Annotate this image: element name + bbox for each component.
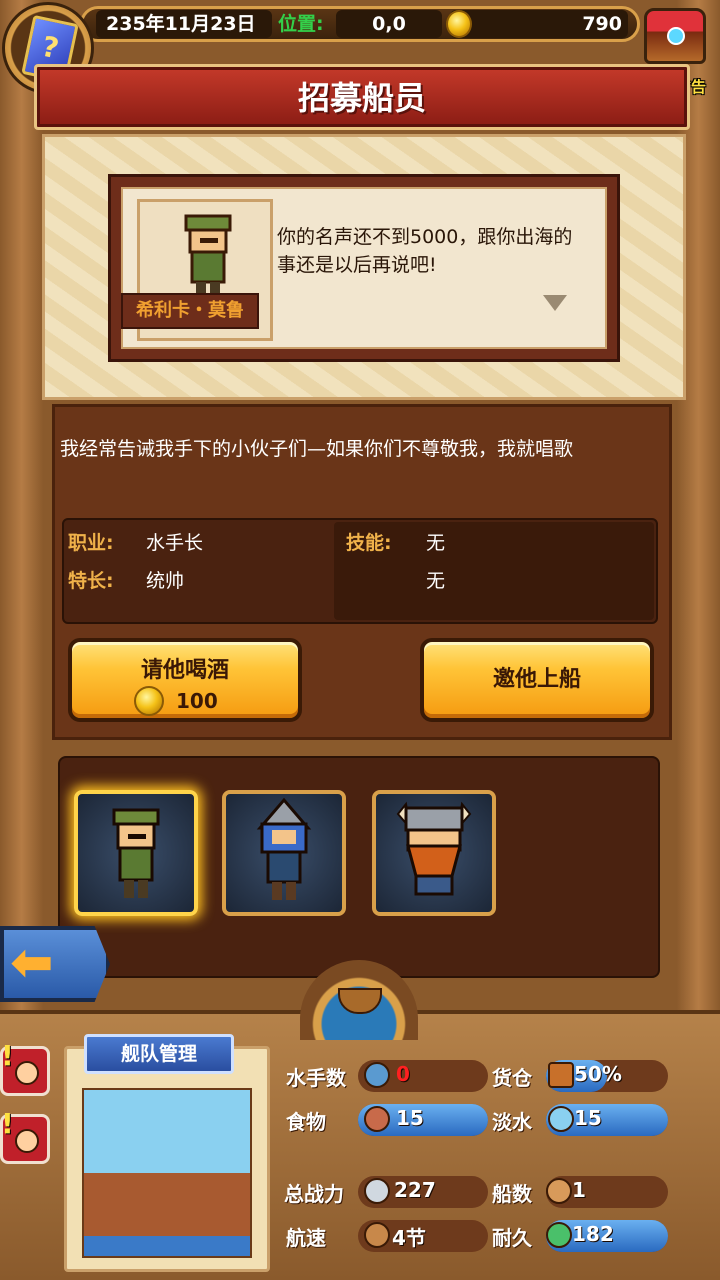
npc-speech-text: 你的名声还不到5000，跟你出海的事还是以后再说吧!	[277, 226, 573, 276]
drink-cost: 100	[176, 689, 218, 713]
sailors-value: 0	[396, 1062, 410, 1086]
alert-icon: !	[1, 1039, 14, 1072]
ships-label: 船数	[492, 1182, 532, 1206]
speed-label: 航速	[286, 1226, 326, 1250]
sailors-label: 水手数	[286, 1066, 346, 1090]
repair-icon	[546, 1222, 572, 1248]
buy-drink-label: 请他喝酒	[140, 658, 229, 683]
specialty-label: 特长:	[68, 570, 114, 592]
water-label: 淡水	[492, 1110, 532, 1134]
alert-icon: !	[1, 1107, 14, 1140]
speed-value: 4节	[392, 1226, 426, 1250]
crate-icon	[548, 1062, 574, 1088]
viking-dwarf-icon	[396, 801, 472, 896]
buy-drink-button[interactable]: 请他喝酒 100	[68, 638, 302, 722]
food-value: 15	[396, 1106, 424, 1130]
water-jug-icon	[548, 1106, 574, 1132]
food-label: 食物	[286, 1110, 326, 1134]
npc-name-plate: 希利卡・莫鲁	[121, 293, 259, 329]
ships-value: 1	[572, 1178, 586, 1202]
sailor-icon	[364, 1062, 390, 1088]
specialty-value: 统帅	[146, 570, 185, 592]
game-date: 235年11月23日	[96, 10, 272, 38]
crew-slot-2[interactable]	[222, 790, 346, 916]
invite-aboard-label: 邀他上船	[492, 667, 581, 692]
sailor-alert-button[interactable]: !	[0, 1039, 50, 1096]
durability-value: 182	[572, 1222, 614, 1246]
crew-slot-3[interactable]	[372, 790, 496, 916]
captain-alert-button[interactable]: !	[0, 1107, 50, 1164]
skill-value-2: 无	[426, 570, 446, 592]
invite-aboard-button[interactable]: 邀他上船	[420, 638, 654, 722]
captain-face-icon	[15, 1129, 39, 1153]
gold-amount: 790	[450, 10, 628, 38]
position-label: 位置:	[278, 13, 324, 35]
page-title: 招募船员	[297, 79, 426, 117]
skill-value-1: 无	[426, 532, 446, 554]
crew-bio: 我经常告诫我手下的小伙子们—如果你们不尊敬我，我就唱歌	[60, 438, 574, 460]
meat-icon	[364, 1106, 390, 1132]
bandana-sailor-icon	[112, 808, 160, 898]
power-value: 227	[394, 1178, 436, 1202]
sailor-face-icon	[15, 1061, 39, 1085]
continue-arrow-icon[interactable]	[543, 295, 567, 311]
title-banner: 招募船员	[34, 64, 690, 130]
helmet-knight-icon	[256, 797, 312, 900]
treasure-chest-icon	[644, 8, 706, 64]
gem-icon	[667, 27, 685, 45]
fleet-management-tab[interactable]: 舰队管理	[84, 1034, 234, 1074]
npc-dialog[interactable]: 希利卡・莫鲁 你的名声还不到5000，跟你出海的事还是以后再说吧!	[108, 174, 620, 362]
water-value: 15	[574, 1106, 602, 1130]
swords-icon	[364, 1178, 390, 1204]
back-arrow-icon: ⬅	[10, 933, 54, 993]
coin-icon	[134, 686, 164, 716]
skill-label: 技能:	[346, 532, 392, 554]
job-label: 职业:	[68, 532, 114, 554]
sailboat-icon	[364, 1222, 390, 1248]
crew-slot-1[interactable]	[74, 790, 198, 916]
cargo-label: 货仓	[492, 1066, 532, 1090]
power-label: 总战力	[284, 1182, 344, 1206]
durability-label: 耐久	[492, 1226, 532, 1250]
cargo-value: 50%	[574, 1062, 622, 1086]
ship-illustration[interactable]	[82, 1088, 252, 1258]
ship-count-icon	[546, 1178, 572, 1204]
job-value: 水手长	[146, 532, 204, 554]
gold-coin-icon	[446, 10, 472, 38]
position-value: 0,0	[336, 10, 442, 38]
